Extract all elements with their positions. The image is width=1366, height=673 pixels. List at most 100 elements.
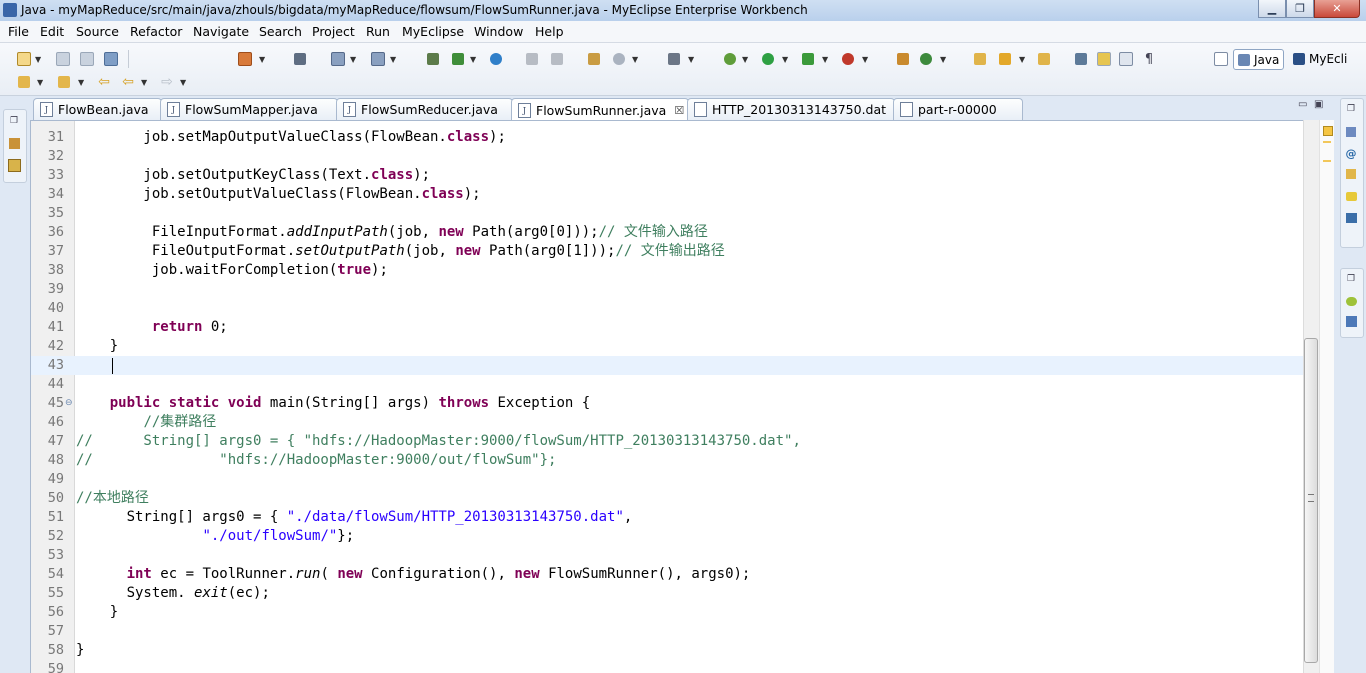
perspective-myeclipse[interactable]: MyEcli (1289, 49, 1351, 68)
save-icon[interactable] (55, 51, 71, 67)
code-line[interactable]: 32 (31, 147, 1303, 166)
menu-run[interactable]: Run (366, 24, 390, 39)
code-line[interactable]: 37 FileOutputFormat.setOutputPath(job, n… (31, 242, 1303, 261)
chevron-down-icon[interactable]: ▼ (180, 78, 186, 87)
package-icon[interactable] (895, 51, 911, 67)
code-line[interactable]: 31 job.setMapOutputValueClass(FlowBean.c… (31, 128, 1303, 147)
code-line[interactable]: 39 (31, 280, 1303, 299)
chevron-down-icon[interactable]: ▼ (822, 55, 828, 64)
new-file-icon[interactable] (16, 51, 32, 67)
code-line[interactable]: 43 (31, 356, 1303, 375)
tab-part-r-00000[interactable]: part-r-00000 (893, 98, 1023, 120)
chevron-down-icon[interactable]: ▼ (350, 55, 356, 64)
back-icon[interactable]: ⇦ (120, 74, 136, 90)
code-line[interactable]: 38 job.waitForCompletion(true); (31, 261, 1303, 280)
chevron-down-icon[interactable]: ▼ (37, 78, 43, 87)
camera-icon[interactable] (666, 51, 682, 67)
search-icon[interactable] (997, 51, 1013, 67)
previous-annotation-icon[interactable] (56, 74, 72, 90)
chevron-down-icon[interactable]: ▼ (782, 55, 788, 64)
code-line[interactable]: 44 (31, 375, 1303, 394)
tab-flowbean[interactable]: J FlowBean.java (33, 98, 162, 120)
fold-toggle-icon[interactable]: ⊖ (65, 398, 73, 408)
chevron-down-icon[interactable]: ▼ (78, 78, 84, 87)
menu-window[interactable]: Window (474, 24, 523, 39)
problems-icon[interactable] (1344, 125, 1358, 139)
chevron-down-icon[interactable]: ▼ (35, 55, 41, 64)
code-line[interactable]: 34 job.setOutputValueClass(FlowBean.clas… (31, 185, 1303, 204)
chevron-down-icon[interactable]: ▼ (1019, 55, 1025, 64)
declaration-icon[interactable] (1344, 167, 1358, 181)
restore-icon[interactable]: ❐ (1344, 102, 1358, 116)
class-icon[interactable] (918, 51, 934, 67)
task-list-icon[interactable] (1344, 314, 1358, 328)
tab-flowsumreducer[interactable]: J FlowSumReducer.java (336, 98, 513, 120)
menu-file[interactable]: File (8, 24, 29, 39)
chevron-down-icon[interactable]: ▼ (742, 55, 748, 64)
last-edit-icon[interactable]: ⇦ (96, 74, 112, 90)
code-line[interactable]: 55 System. exit(ec); (31, 584, 1303, 603)
code-line[interactable]: 48 // "hdfs://HadoopMaster:9000/out/flowS… (31, 451, 1303, 470)
code-line[interactable]: 40 (31, 299, 1303, 318)
run-icon[interactable] (760, 51, 776, 67)
globe-icon[interactable] (488, 51, 504, 67)
outline-icon[interactable] (1344, 294, 1358, 308)
chevron-down-icon[interactable]: ▼ (862, 55, 868, 64)
chevron-down-icon[interactable]: ▼ (688, 55, 694, 64)
menu-source[interactable]: Source (76, 24, 119, 39)
package-explorer-icon[interactable] (7, 136, 21, 150)
database-icon[interactable] (524, 51, 540, 67)
code-line[interactable]: 41 return 0; (31, 318, 1303, 337)
deploy-icon[interactable] (330, 51, 346, 67)
code-line[interactable]: 46 //集群路径 (31, 413, 1303, 432)
print-icon[interactable] (103, 51, 119, 67)
chevron-down-icon[interactable]: ▼ (470, 55, 476, 64)
chevron-down-icon[interactable]: ▼ (390, 55, 396, 64)
restore-icon[interactable]: ❐ (7, 114, 21, 128)
code-line[interactable]: 36 FileInputFormat.addInputPath(job, new… (31, 223, 1303, 242)
folder-icon[interactable] (1036, 51, 1052, 67)
tab-http-dat[interactable]: HTTP_20130313143750.dat (687, 98, 895, 120)
snippet-icon[interactable] (586, 51, 602, 67)
code-line[interactable]: 57 (31, 622, 1303, 641)
menu-refactor[interactable]: Refactor (130, 24, 182, 39)
chevron-down-icon[interactable]: ▼ (940, 55, 946, 64)
menu-navigate[interactable]: Navigate (193, 24, 249, 39)
code-line[interactable]: 59 (31, 660, 1303, 673)
hierarchy-icon[interactable] (425, 51, 441, 67)
perspective-java[interactable]: Java (1233, 49, 1285, 70)
browser-icon[interactable] (370, 51, 386, 67)
restore-icon[interactable]: ❐ (1344, 272, 1358, 286)
code-line[interactable]: 49 (31, 470, 1303, 489)
open-perspective-icon[interactable] (1213, 51, 1229, 67)
mark-occurrences-icon[interactable] (1096, 51, 1112, 67)
chevron-down-icon[interactable]: ▼ (141, 78, 147, 87)
code-line[interactable]: 54 int ec = ToolRunner.run( new Configur… (31, 565, 1303, 584)
code-line[interactable]: 45 ⊖ public static void main(String[] arg… (31, 394, 1303, 413)
forward-icon[interactable]: ⇨ (159, 74, 175, 90)
image-icon[interactable] (611, 51, 627, 67)
code-line[interactable]: 42 } (31, 337, 1303, 356)
coverage-icon[interactable] (800, 51, 816, 67)
code-line[interactable]: 50 //本地路径 (31, 489, 1303, 508)
server-icon[interactable] (237, 51, 253, 67)
next-annotation-icon[interactable] (16, 74, 32, 90)
external-tools-icon[interactable] (840, 51, 856, 67)
warning-icon[interactable] (1323, 126, 1333, 136)
minimize-editor-icon[interactable]: ▭ (1298, 99, 1307, 110)
code-line[interactable]: 52 "./out/flowSum/"}; (31, 527, 1303, 546)
menu-project[interactable]: Project (312, 24, 355, 39)
maximize-button[interactable]: ❐ (1286, 0, 1314, 18)
menu-help[interactable]: Help (535, 24, 564, 39)
code-line[interactable]: 33 job.setOutputKeyClass(Text.class); (31, 166, 1303, 185)
code-editor[interactable]: 31 job.setMapOutputValueClass(FlowBean.c… (30, 120, 1333, 673)
code-line[interactable]: 58} (31, 641, 1303, 660)
console-icon[interactable] (1344, 211, 1358, 225)
menu-myeclipse[interactable]: MyEclipse (402, 24, 464, 39)
code-line[interactable]: 47 // String[] args0 = { "hdfs://HadoopMa… (31, 432, 1303, 451)
warning-marker[interactable] (1323, 160, 1331, 162)
debug-icon[interactable] (722, 51, 738, 67)
scrollbar-thumb[interactable] (1304, 338, 1318, 663)
chevron-down-icon[interactable]: ▼ (259, 55, 265, 64)
chevron-down-icon[interactable]: ▼ (632, 55, 638, 64)
